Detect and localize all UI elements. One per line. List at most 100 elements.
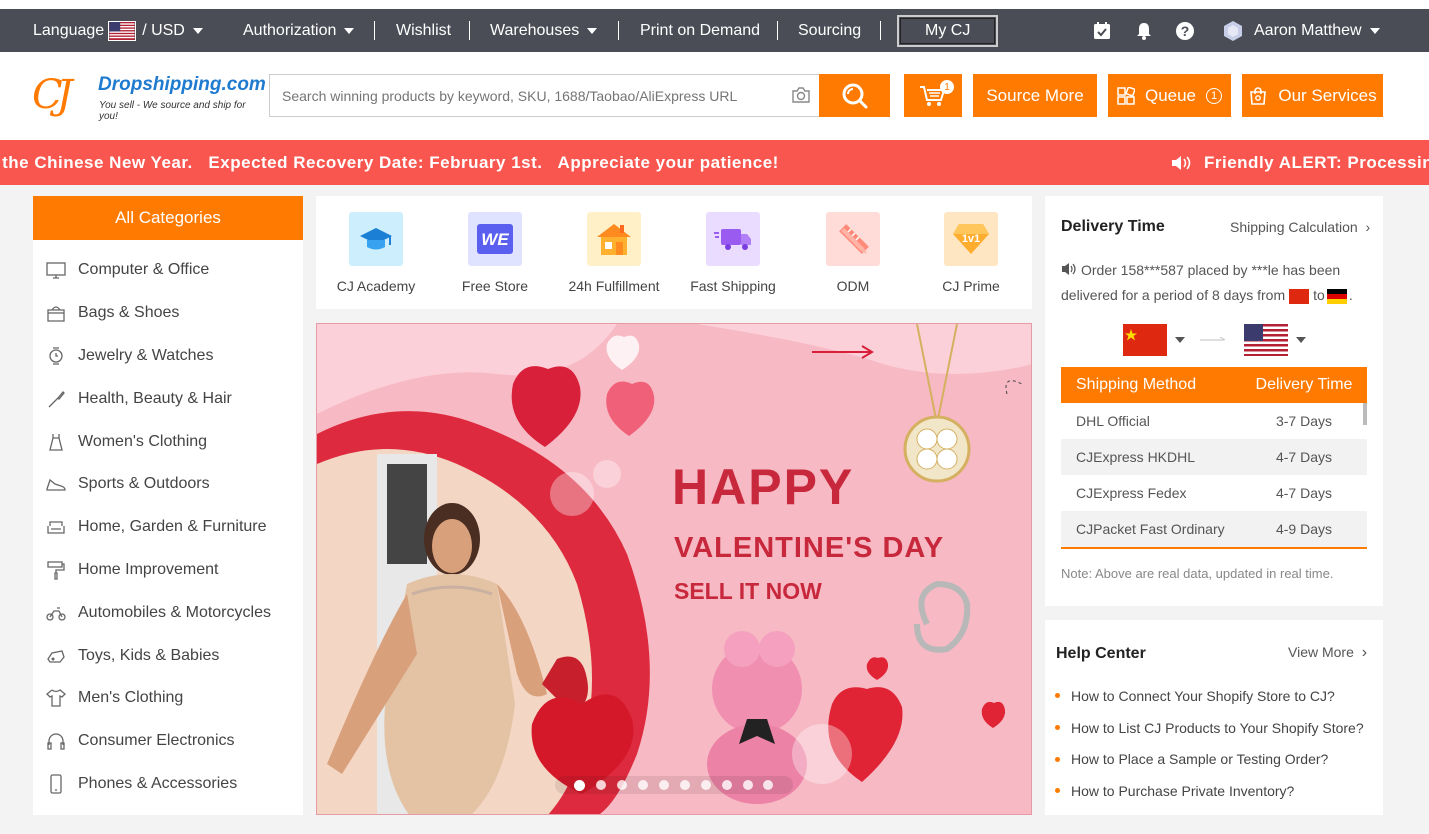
bag-icon xyxy=(47,306,65,322)
camera-icon[interactable] xyxy=(791,86,811,104)
service-24h-fulfillment[interactable]: 24h Fulfillment xyxy=(554,212,674,294)
category-label: Bags & Shoes xyxy=(78,304,180,322)
help-article-link[interactable]: How to Place a Sample or Testing Order? xyxy=(1055,743,1364,775)
chevron-right-icon: › xyxy=(1361,644,1368,661)
carousel-dot[interactable] xyxy=(574,779,586,791)
realtime-note: Note: Above are real data, updated in re… xyxy=(1061,566,1334,581)
category-home-improvement[interactable]: Home Improvement xyxy=(33,549,303,592)
help-article-link[interactable]: How to Purchase Private Inventory? xyxy=(1055,775,1364,807)
warehouses-menu[interactable]: Warehouses xyxy=(490,9,598,52)
delivery-time-panel: Delivery Time Shipping Calculation › Ord… xyxy=(1045,196,1383,606)
origin-country-selector[interactable] xyxy=(1123,324,1185,356)
user-name: Aaron Matthew xyxy=(1254,21,1362,39)
service-cj-prime[interactable]: 1v1 CJ Prime xyxy=(911,212,1031,294)
service-free-store[interactable]: WE Free Store xyxy=(435,212,555,294)
user-account-menu[interactable]: Aaron Matthew xyxy=(1222,9,1380,52)
category-computer-office[interactable]: Computer & Office xyxy=(33,249,303,292)
svg-text:1v1: 1v1 xyxy=(962,233,980,245)
carousel-dot[interactable] xyxy=(721,780,732,790)
source-more-label: Source More xyxy=(986,85,1084,105)
truck-icon xyxy=(706,212,760,266)
category-phones-accessories[interactable]: Phones & Accessories xyxy=(33,763,303,806)
category-bags-shoes[interactable]: Bags & Shoes xyxy=(33,292,303,335)
service-label: 24h Fulfillment xyxy=(568,278,660,294)
my-cj-button[interactable]: My CJ xyxy=(897,9,999,52)
authorization-menu[interactable]: Authorization xyxy=(243,9,355,52)
service-label: ODM xyxy=(836,278,870,294)
carousel-dot[interactable] xyxy=(742,780,753,790)
chevron-right-icon: › xyxy=(1365,219,1371,235)
column-header-method: Shipping Method xyxy=(1076,376,1197,393)
monitor-icon xyxy=(46,262,66,280)
destination-country-selector[interactable] xyxy=(1244,324,1306,356)
help-articles-list: How to Connect Your Shopify Store to CJ?… xyxy=(1055,680,1364,807)
motorcycle-icon xyxy=(46,607,66,621)
category-sports-outdoors[interactable]: Sports & Outdoors xyxy=(33,463,303,506)
sourcing-link[interactable]: Sourcing xyxy=(798,9,861,52)
carousel-dot[interactable] xyxy=(638,780,649,790)
avatar xyxy=(1224,20,1242,41)
category-womens-clothing[interactable]: Women's Clothing xyxy=(33,420,303,463)
help-center-panel: Help Center View More › How to Connect Y… xyxy=(1045,620,1383,815)
svg-text:?: ? xyxy=(1181,23,1190,39)
category-automobiles-motorcycles[interactable]: Automobiles & Motorcycles xyxy=(33,591,303,634)
category-mens-clothing[interactable]: Men's Clothing xyxy=(33,677,303,720)
carousel-dot[interactable] xyxy=(700,780,711,790)
shipping-method: DHL Official xyxy=(1076,413,1150,429)
carousel-dot[interactable] xyxy=(596,780,607,790)
help-article-link[interactable]: How to Connect Your Shopify Store to CJ? xyxy=(1055,680,1364,712)
source-more-button[interactable]: Source More xyxy=(973,74,1097,117)
service-odm[interactable]: ODM xyxy=(793,212,913,294)
cart-button[interactable]: 1 xyxy=(904,74,962,117)
carousel-dot[interactable] xyxy=(659,780,669,790)
help-question-icon[interactable]: ? xyxy=(1175,21,1195,41)
carousel-dot[interactable] xyxy=(679,780,690,790)
wishlist-link[interactable]: Wishlist xyxy=(396,9,451,52)
dress-icon xyxy=(49,433,63,451)
service-fast-shipping[interactable]: Fast Shipping xyxy=(673,212,793,294)
warehouse-icon xyxy=(587,212,641,266)
carousel-dot[interactable] xyxy=(617,780,628,790)
logo-tagline: You sell - We source and ship for you! xyxy=(99,100,246,122)
help-article-link[interactable]: How to List CJ Products to Your Shopify … xyxy=(1055,712,1364,744)
all-categories-header[interactable]: All Categories xyxy=(33,196,303,240)
category-home-garden-furniture[interactable]: Home, Garden & Furniture xyxy=(33,506,303,549)
search-input[interactable] xyxy=(270,75,770,116)
shipping-calculation-label: Shipping Calculation xyxy=(1230,219,1358,235)
category-jewelry-watches[interactable]: Jewelry & Watches xyxy=(33,335,303,378)
divider xyxy=(374,21,375,40)
our-services-button[interactable]: Our Services xyxy=(1242,74,1383,117)
calendar-check-icon[interactable] xyxy=(1092,21,1112,41)
diamond-1v1-icon: 1v1 xyxy=(944,212,998,266)
print-on-demand-link[interactable]: Print on Demand xyxy=(640,9,760,52)
delivery-days: 4-7 Days xyxy=(1275,485,1333,501)
queue-button[interactable]: Queue 1 xyxy=(1108,74,1231,117)
language-label: Language xyxy=(33,21,105,39)
category-toys-kids-babies[interactable]: Toys, Kids & Babies xyxy=(33,634,303,677)
china-flag-icon xyxy=(1123,324,1167,356)
divider xyxy=(618,21,619,40)
search-button[interactable] xyxy=(819,74,890,117)
shipping-calculation-link[interactable]: Shipping Calculation › xyxy=(1230,219,1370,235)
chevron-down-icon xyxy=(1296,337,1306,343)
bell-icon[interactable] xyxy=(1134,21,1154,41)
table-row: CJExpress Fedex 4-7 Days xyxy=(1061,475,1367,511)
category-label: Men's Clothing xyxy=(78,689,184,707)
tshirt-icon xyxy=(46,689,66,708)
table-body[interactable]: DHL Official 3-7 Days CJExpress HKDHL 4-… xyxy=(1061,403,1367,549)
language-currency-selector[interactable]: Language / USD xyxy=(33,9,203,52)
view-more-link[interactable]: View More › xyxy=(1288,644,1367,662)
chevron-down-icon xyxy=(344,27,355,34)
category-health-beauty-hair[interactable]: Health, Beauty & Hair xyxy=(33,377,303,420)
grid-icon xyxy=(1117,86,1135,105)
shipping-methods-table: Shipping Method Delivery Time DHL Offici… xyxy=(1061,367,1367,549)
banner-subheadline: VALENTINE'S DAY xyxy=(674,532,945,564)
carousel-dot[interactable] xyxy=(763,780,774,790)
chevron-down-icon xyxy=(1175,337,1185,343)
germany-flag-icon xyxy=(1326,288,1347,304)
promo-banner-carousel[interactable]: HAPPY VALENTINE'S DAY SELL IT NOW xyxy=(316,323,1032,815)
svg-text:WE: WE xyxy=(481,230,509,249)
cj-dropshipping-logo[interactable]: CJ Dropshipping.com You sell - We source… xyxy=(32,70,266,124)
service-cj-academy[interactable]: CJ Academy xyxy=(316,212,436,294)
category-consumer-electronics[interactable]: Consumer Electronics xyxy=(33,720,303,763)
